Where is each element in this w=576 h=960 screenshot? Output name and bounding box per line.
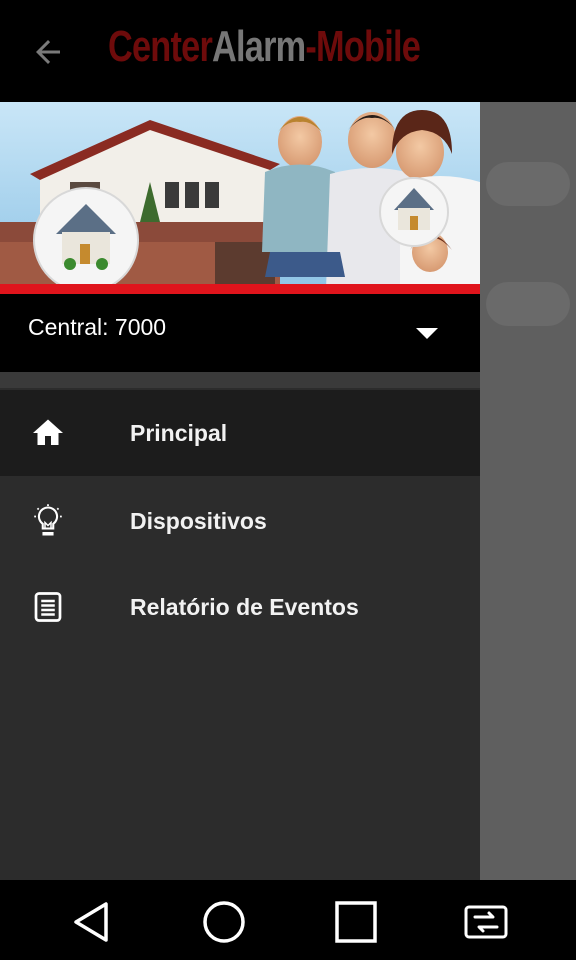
lightbulb-icon (34, 504, 62, 536)
central-selector[interactable]: Central: 7000 (0, 294, 480, 372)
app-title-part1: Center (108, 22, 213, 71)
menu-item-label: Principal (130, 420, 228, 446)
menu-item-relatorio-de-eventos[interactable]: Relatório de Eventos (0, 564, 480, 650)
dropdown-caret-icon[interactable] (416, 328, 438, 339)
app-title: CenterAlarm-Mobile (108, 22, 421, 72)
drawer-divider (0, 372, 480, 388)
menu-item-label: Dispositivos (130, 508, 267, 534)
menu-item-principal[interactable]: Principal (0, 390, 480, 476)
home-icon (33, 419, 63, 445)
central-label: Central: 7000 (28, 314, 167, 340)
background-toggle-shape (486, 282, 570, 326)
app-bar: CenterAlarm-Mobile (0, 0, 576, 102)
navigation-drawer: Central: 7000 Principal Dispositivos Rel… (0, 102, 480, 880)
menu-item-label: Relatório de Eventos (130, 594, 359, 620)
background-toggle-shape (486, 162, 570, 206)
app-title-part2: Alarm (212, 22, 306, 71)
back-arrow-icon[interactable] (30, 34, 66, 70)
menu-item-dispositivos[interactable]: Dispositivos (0, 478, 480, 564)
back-triangle-icon[interactable] (68, 898, 116, 946)
home-circle-icon[interactable] (200, 898, 248, 946)
drawer-scrim[interactable] (480, 102, 576, 880)
app-title-part3: -Mobile (305, 22, 421, 71)
drawer-header-image (0, 102, 480, 290)
report-icon (34, 592, 62, 622)
switch-sim-icon[interactable] (462, 898, 510, 946)
recents-square-icon[interactable] (332, 898, 380, 946)
header-accent-bar (0, 284, 480, 294)
system-navigation-bar (0, 880, 576, 960)
